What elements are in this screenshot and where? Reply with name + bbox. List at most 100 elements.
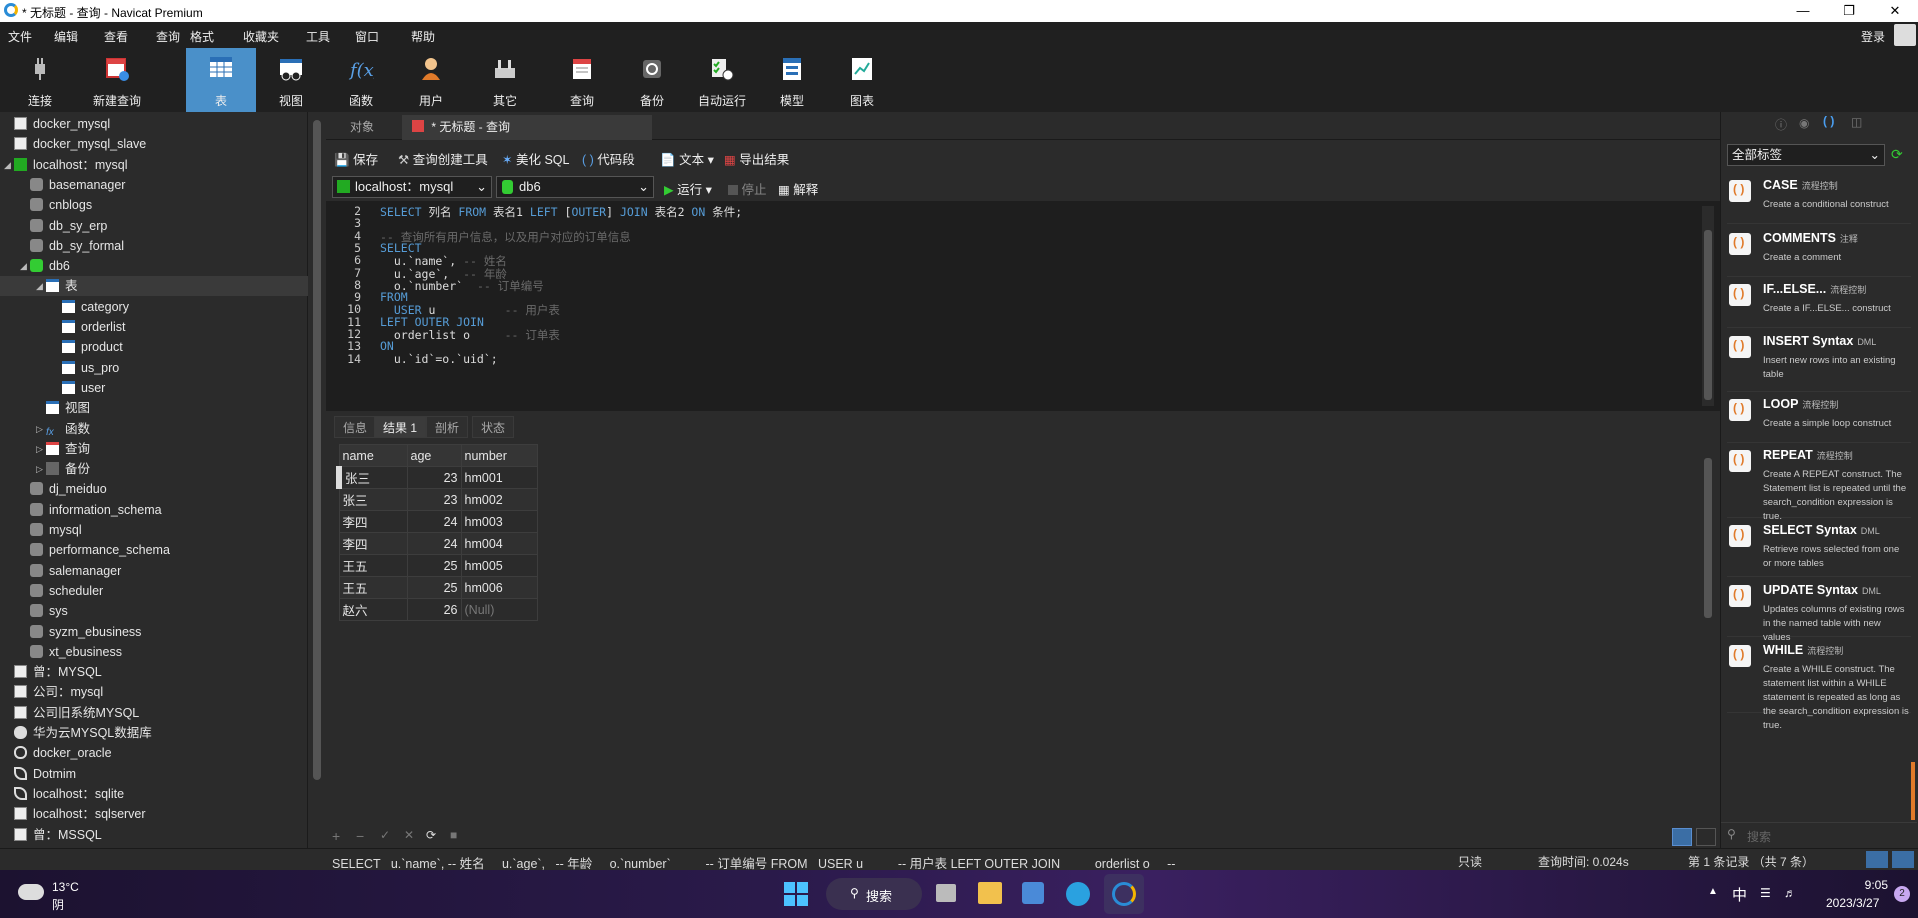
tree-item-mysql[interactable]: mysql [30,520,82,540]
cell-name[interactable]: 李四 [338,532,408,555]
toolbar-new-query-button[interactable]: 新建查询 [82,50,152,110]
panel-grid-icon[interactable]: ◫ [1851,115,1862,129]
database-select[interactable]: db6 ⌄ [496,176,654,198]
results-scrollbar-thumb[interactable] [1704,458,1712,618]
tree-item-docker_oracle[interactable]: docker_oracle [14,743,112,763]
cell-age[interactable]: 23 [406,466,462,489]
toolbar-backup-button[interactable]: 备份 [617,50,687,110]
snippet-search[interactable]: ⚲ 搜索 [1721,822,1917,846]
editor-scrollbar[interactable] [1702,206,1714,406]
cell-number[interactable]: hm006 [460,576,538,599]
tree-item--mssql[interactable]: 曾：MSSQL [14,825,102,845]
tree-scrollbar-thumb[interactable] [313,120,321,780]
snippet-item-loop[interactable]: ( ) LOOP 流程控制 Create a simple loop construc… [1727,393,1911,443]
clock-time[interactable]: 9:05 [1848,878,1888,892]
login-link[interactable]: 登录 [1861,28,1885,45]
cell-age[interactable]: 24 [406,510,462,533]
tree-item-user[interactable]: user [62,378,105,398]
menu-query[interactable]: 查询 [156,28,180,45]
cancel-icon[interactable]: ✕ [404,828,414,842]
eye-icon[interactable]: ◉ [1799,116,1809,130]
snippet-item-while[interactable]: ( ) WHILE 流程控制 Create a WHILE construct. Th… [1727,639,1911,731]
menu-file[interactable]: 文件 [8,28,32,45]
snippet-item-select-syntax[interactable]: ( ) SELECT Syntax DML Retrieve rows selecte… [1727,519,1911,577]
tree-item-docker_mysql[interactable]: docker_mysql [14,114,110,134]
menu-tools[interactable]: 工具 [306,28,330,45]
tree-item-db_sy_formal[interactable]: db_sy_formal [30,236,124,256]
collapsed-arrow-icon[interactable]: ▷ [36,464,43,475]
stop-button[interactable]: 停止 [728,179,767,198]
delete-row-icon[interactable]: − [356,828,364,844]
refresh-icon[interactable]: ⟳ [426,828,436,842]
cell-number[interactable]: hm002 [460,488,538,511]
beautify-sql-button[interactable]: ✶ 美化 SQL [502,149,569,168]
explain-button[interactable]: ▦ 解释 [778,179,818,198]
tree-item-category[interactable]: category [62,297,129,317]
snippet-item-repeat[interactable]: ( ) REPEAT 流程控制 Create A REPEAT construct. … [1727,444,1911,522]
text-button[interactable]: 📄 文本 ▾ [660,149,714,168]
cell-number[interactable]: hm001 [460,466,538,489]
tree-item-xt_ebusiness[interactable]: xt_ebusiness [30,642,122,662]
layout-panel-icon[interactable] [1892,851,1914,868]
toolbar-function-button[interactable]: f(x) 函数 [326,50,396,110]
snippet-item-comments[interactable]: ( ) COMMENTS 注释 Create a comment [1727,227,1911,277]
tree-item-basemanager[interactable]: basemanager [30,175,125,195]
tree-item--[interactable]: 备份 [46,459,90,479]
file-explorer-icon[interactable] [978,882,1002,904]
cloud-icon[interactable] [18,884,44,900]
tree-item-product[interactable]: product [62,337,123,357]
toolbar-others-button[interactable]: 其它 [470,50,540,110]
table-row[interactable]: 王五 25 hm006 [338,576,538,599]
cell-name[interactable]: 王五 [338,576,408,599]
store-icon[interactable] [1022,882,1044,904]
toolbar-view-button[interactable]: 视图 [256,50,326,110]
tree-item--mysql-[interactable]: 华为云MYSQL数据库 [14,723,152,743]
toolbar-user-button[interactable]: 用户 [396,50,466,110]
tree-item-docker_mysql_slave[interactable]: docker_mysql_slave [14,134,146,154]
snippet-item-case[interactable]: ( ) CASE 流程控制 Create a conditional construc… [1727,174,1911,224]
avatar-icon[interactable] [1894,24,1916,46]
navicat-taskbar-button[interactable] [1104,874,1144,914]
tree-item--[interactable]: 查询 [46,439,90,459]
cell-age[interactable]: 23 [406,488,462,511]
form-view-icon[interactable] [1696,828,1716,846]
toolbar-table-button[interactable]: 表 [186,48,256,112]
collapsed-arrow-icon[interactable]: ▷ [36,424,43,435]
expanded-arrow-icon[interactable]: ◢ [36,281,43,292]
tree-item-us_pro[interactable]: us_pro [62,358,119,378]
cell-number[interactable]: (Null) [460,598,538,621]
toolbar-connect-button[interactable]: 连接 [5,50,75,110]
menu-favorites[interactable]: 收藏夹 [243,28,279,45]
tree-item-syzm_ebusiness[interactable]: syzm_ebusiness [30,622,141,642]
refresh-snippets-icon[interactable]: ⟳ [1891,146,1903,163]
toolbar-autorun-button[interactable]: 自动运行 [687,50,757,110]
tree-item-db6[interactable]: db6 [30,256,70,276]
tab-info[interactable]: 信息 [334,416,377,438]
tab-profile[interactable]: 剖析 [426,416,469,438]
cell-age[interactable]: 24 [406,532,462,555]
toolbar-model-button[interactable]: 模型 [757,50,827,110]
maximize-button[interactable]: ❐ [1826,0,1872,22]
tree-item-cnblogs[interactable]: cnblogs [30,195,92,215]
table-row[interactable]: 王五 25 hm005 [338,554,538,577]
minimize-button[interactable]: — [1780,0,1826,22]
tab-status[interactable]: 状态 [472,416,515,438]
table-row[interactable]: 张三 23 hm002 [338,488,538,511]
query-builder-button[interactable]: ⚒ 查询创建工具 [398,149,488,168]
cell-age[interactable]: 25 [406,554,462,577]
snippet-item-if-else[interactable]: ( ) IF...ELSE... 流程控制 Create a IF...ELSE...… [1727,278,1911,328]
brackets-icon[interactable]: ( ) [1823,114,1834,128]
tree-item-localhost-sqlserver[interactable]: localhost：sqlserver [14,804,146,824]
taskbar-search[interactable]: ⚲ 搜索 [826,878,922,910]
cell-name[interactable]: 赵六 [338,598,408,621]
code-snippet-button[interactable]: ( ) 代码段 [582,149,635,168]
tree-item--[interactable]: fx 函数 [46,419,90,439]
cell-age[interactable]: 25 [406,576,462,599]
result-grid[interactable]: name age number 张三 23 hm001 张三 23 hm002 李四 24 hm… [336,444,538,621]
cell-number[interactable]: hm005 [460,554,538,577]
run-button[interactable]: ▶ 运行 ▾ [664,179,712,198]
toolbar-chart-button[interactable]: 图表 [827,50,897,110]
clock-date[interactable]: 2023/3/27 [1826,896,1879,910]
snippet-item-insert-syntax[interactable]: ( ) INSERT Syntax DML Insert new rows into … [1727,330,1911,392]
column-header-age[interactable]: age [406,444,462,467]
